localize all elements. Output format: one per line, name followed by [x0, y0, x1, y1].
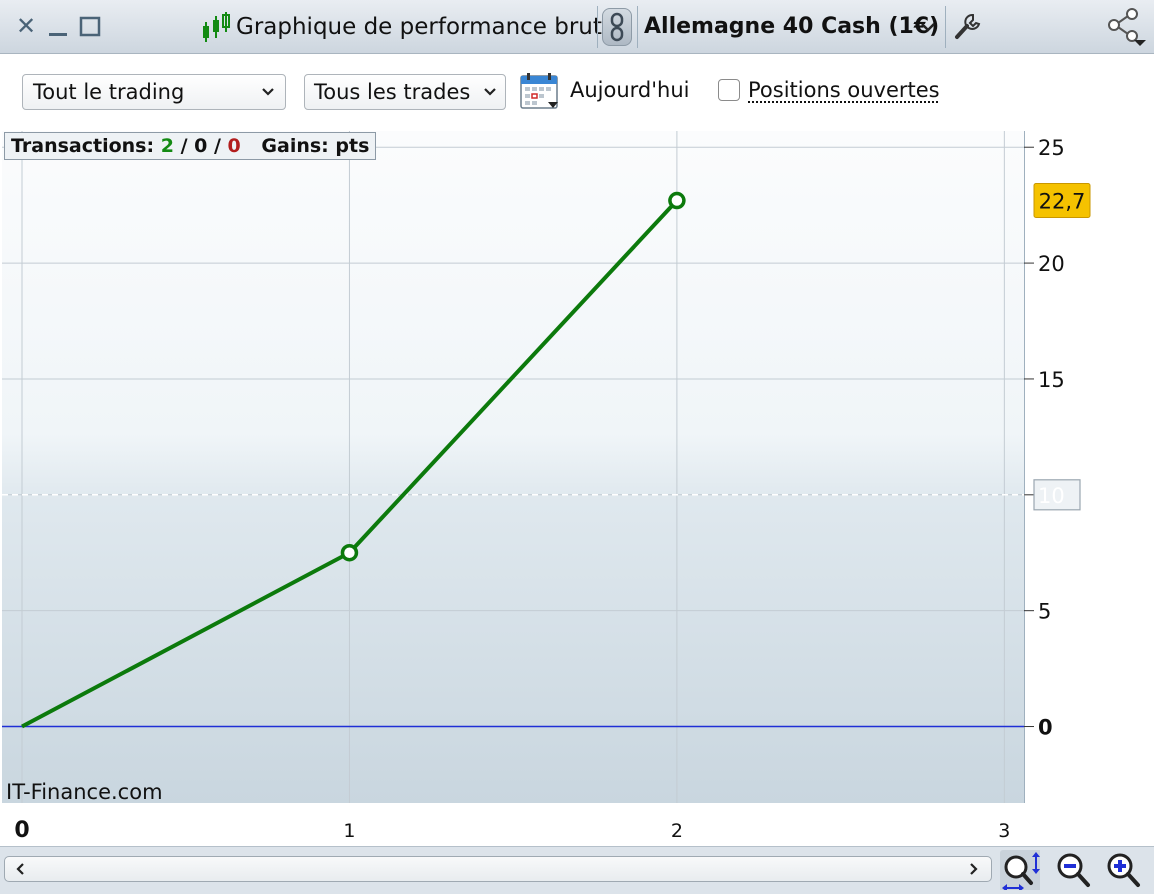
scroll-left-icon[interactable]: [14, 856, 26, 888]
zoom-vertical-icon[interactable]: [1000, 850, 1040, 890]
winning-count: 2: [160, 135, 174, 157]
losing-count: 0: [227, 135, 241, 157]
zoom-in-icon[interactable]: [1104, 850, 1144, 890]
neutral-count: 0: [194, 135, 208, 157]
summary-box: Transactions: 2 / 0 / 0 Gains: pts: [4, 132, 377, 160]
y-tick-label: 25: [1038, 136, 1065, 160]
y-tick-label: 15: [1038, 368, 1065, 392]
performance-chart: 05101520250 1 2 322,7: [2, 131, 1091, 843]
x-tick-label: 3: [998, 820, 1010, 842]
horizontal-scrollbar[interactable]: [4, 856, 992, 882]
x-tick-label: 2: [671, 820, 683, 842]
data-point: [668, 191, 686, 210]
y-tick-label: 5: [1038, 600, 1051, 624]
data-point: [340, 543, 359, 562]
scroll-right-icon[interactable]: [968, 856, 980, 888]
y-tick-label: 10: [1038, 484, 1065, 508]
y-tick-label: 0: [1038, 716, 1053, 740]
y-tick-label: 20: [1038, 252, 1065, 276]
x-tick-label: 1: [343, 820, 355, 842]
gains-unit: pts: [335, 135, 370, 157]
gains-label: Gains:: [261, 135, 329, 157]
watermark: IT-Finance.com: [6, 780, 163, 804]
transactions-label: Transactions:: [11, 135, 155, 157]
x-tick-label: 0: [14, 818, 29, 843]
zoom-out-icon[interactable]: [1054, 850, 1094, 890]
last-value-label: 22,7: [1039, 190, 1086, 214]
